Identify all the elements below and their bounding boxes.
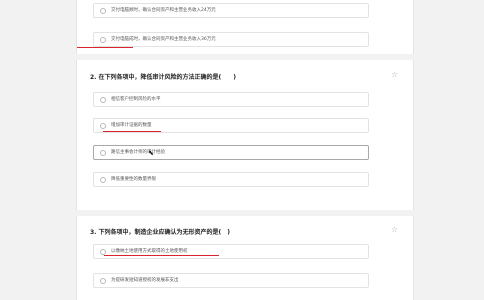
option-label: 路信主事会计师的审计经验 [111,150,165,155]
option-label: 增加审计证据的数量 [111,123,152,128]
radio-button[interactable] [100,248,106,255]
radio-button[interactable] [100,122,106,129]
option-q2-1[interactable]: 相信客户控制风险的水平 [93,92,369,107]
exam-page: 交付电脑顾时，确认合同资产和主营业务收入24万元 交付电脑成时，确认合同资产和主… [0,0,484,300]
option-label: 降低重要性的数量界限 [111,177,156,182]
question-card-previous: 交付电脑顾时，确认合同资产和主营业务收入24万元 交付电脑成时，确认合同资产和主… [76,0,414,54]
radio-button[interactable] [100,36,106,43]
mouse-cursor-icon: ⬉ [148,149,154,157]
red-underline-annotation [103,131,161,132]
question-title: 2. 在下列各项中，降低审计风险的方法正确的是( ) [90,74,237,81]
option-q2-3[interactable]: 路信主事会计师的审计经验 [93,145,369,160]
red-underline-annotation [77,47,133,48]
radio-button[interactable] [100,7,106,14]
option-label: 交付电脑成时，确认合同资产和主营业务收入36万元 [111,37,216,42]
star-icon[interactable]: ☆ [391,71,398,79]
red-underline-annotation [104,255,219,256]
radio-button[interactable] [100,149,106,156]
option-label: 交付电脑顾时，确认合同资产和主营业务收入24万元 [111,8,216,13]
radio-button[interactable] [100,176,106,183]
option-label: 为提研发短知道授权的发展非支出 [111,278,179,283]
question-card-2: 2. 在下列各项中，降低审计风险的方法正确的是( ) ☆ 相信客户控制风险的水平… [76,60,414,210]
option-q3-1[interactable]: 以缴纳土地使用方式取得的土地使用权 [93,244,369,259]
question-card-3: 3. 下列各项中，制造企业应确认为无形资产的是( ) ☆ 以缴纳土地使用方式取得… [76,216,414,300]
star-icon[interactable]: ☆ [391,226,398,234]
option-label: 相信客户控制风险的水平 [111,97,161,102]
option-q3-2[interactable]: 为提研发短知道授权的发展非支出 [93,273,369,288]
radio-button[interactable] [100,96,106,103]
option-prev-2[interactable]: 交付电脑成时，确认合同资产和主营业务收入36万元 [93,32,369,47]
question-title: 3. 下列各项中，制造企业应确认为无形资产的是( ) [90,229,231,236]
option-prev-1[interactable]: 交付电脑顾时，确认合同资产和主营业务收入24万元 [93,3,369,18]
radio-button[interactable] [100,277,106,284]
option-q2-4[interactable]: 降低重要性的数量界限 [93,172,369,187]
